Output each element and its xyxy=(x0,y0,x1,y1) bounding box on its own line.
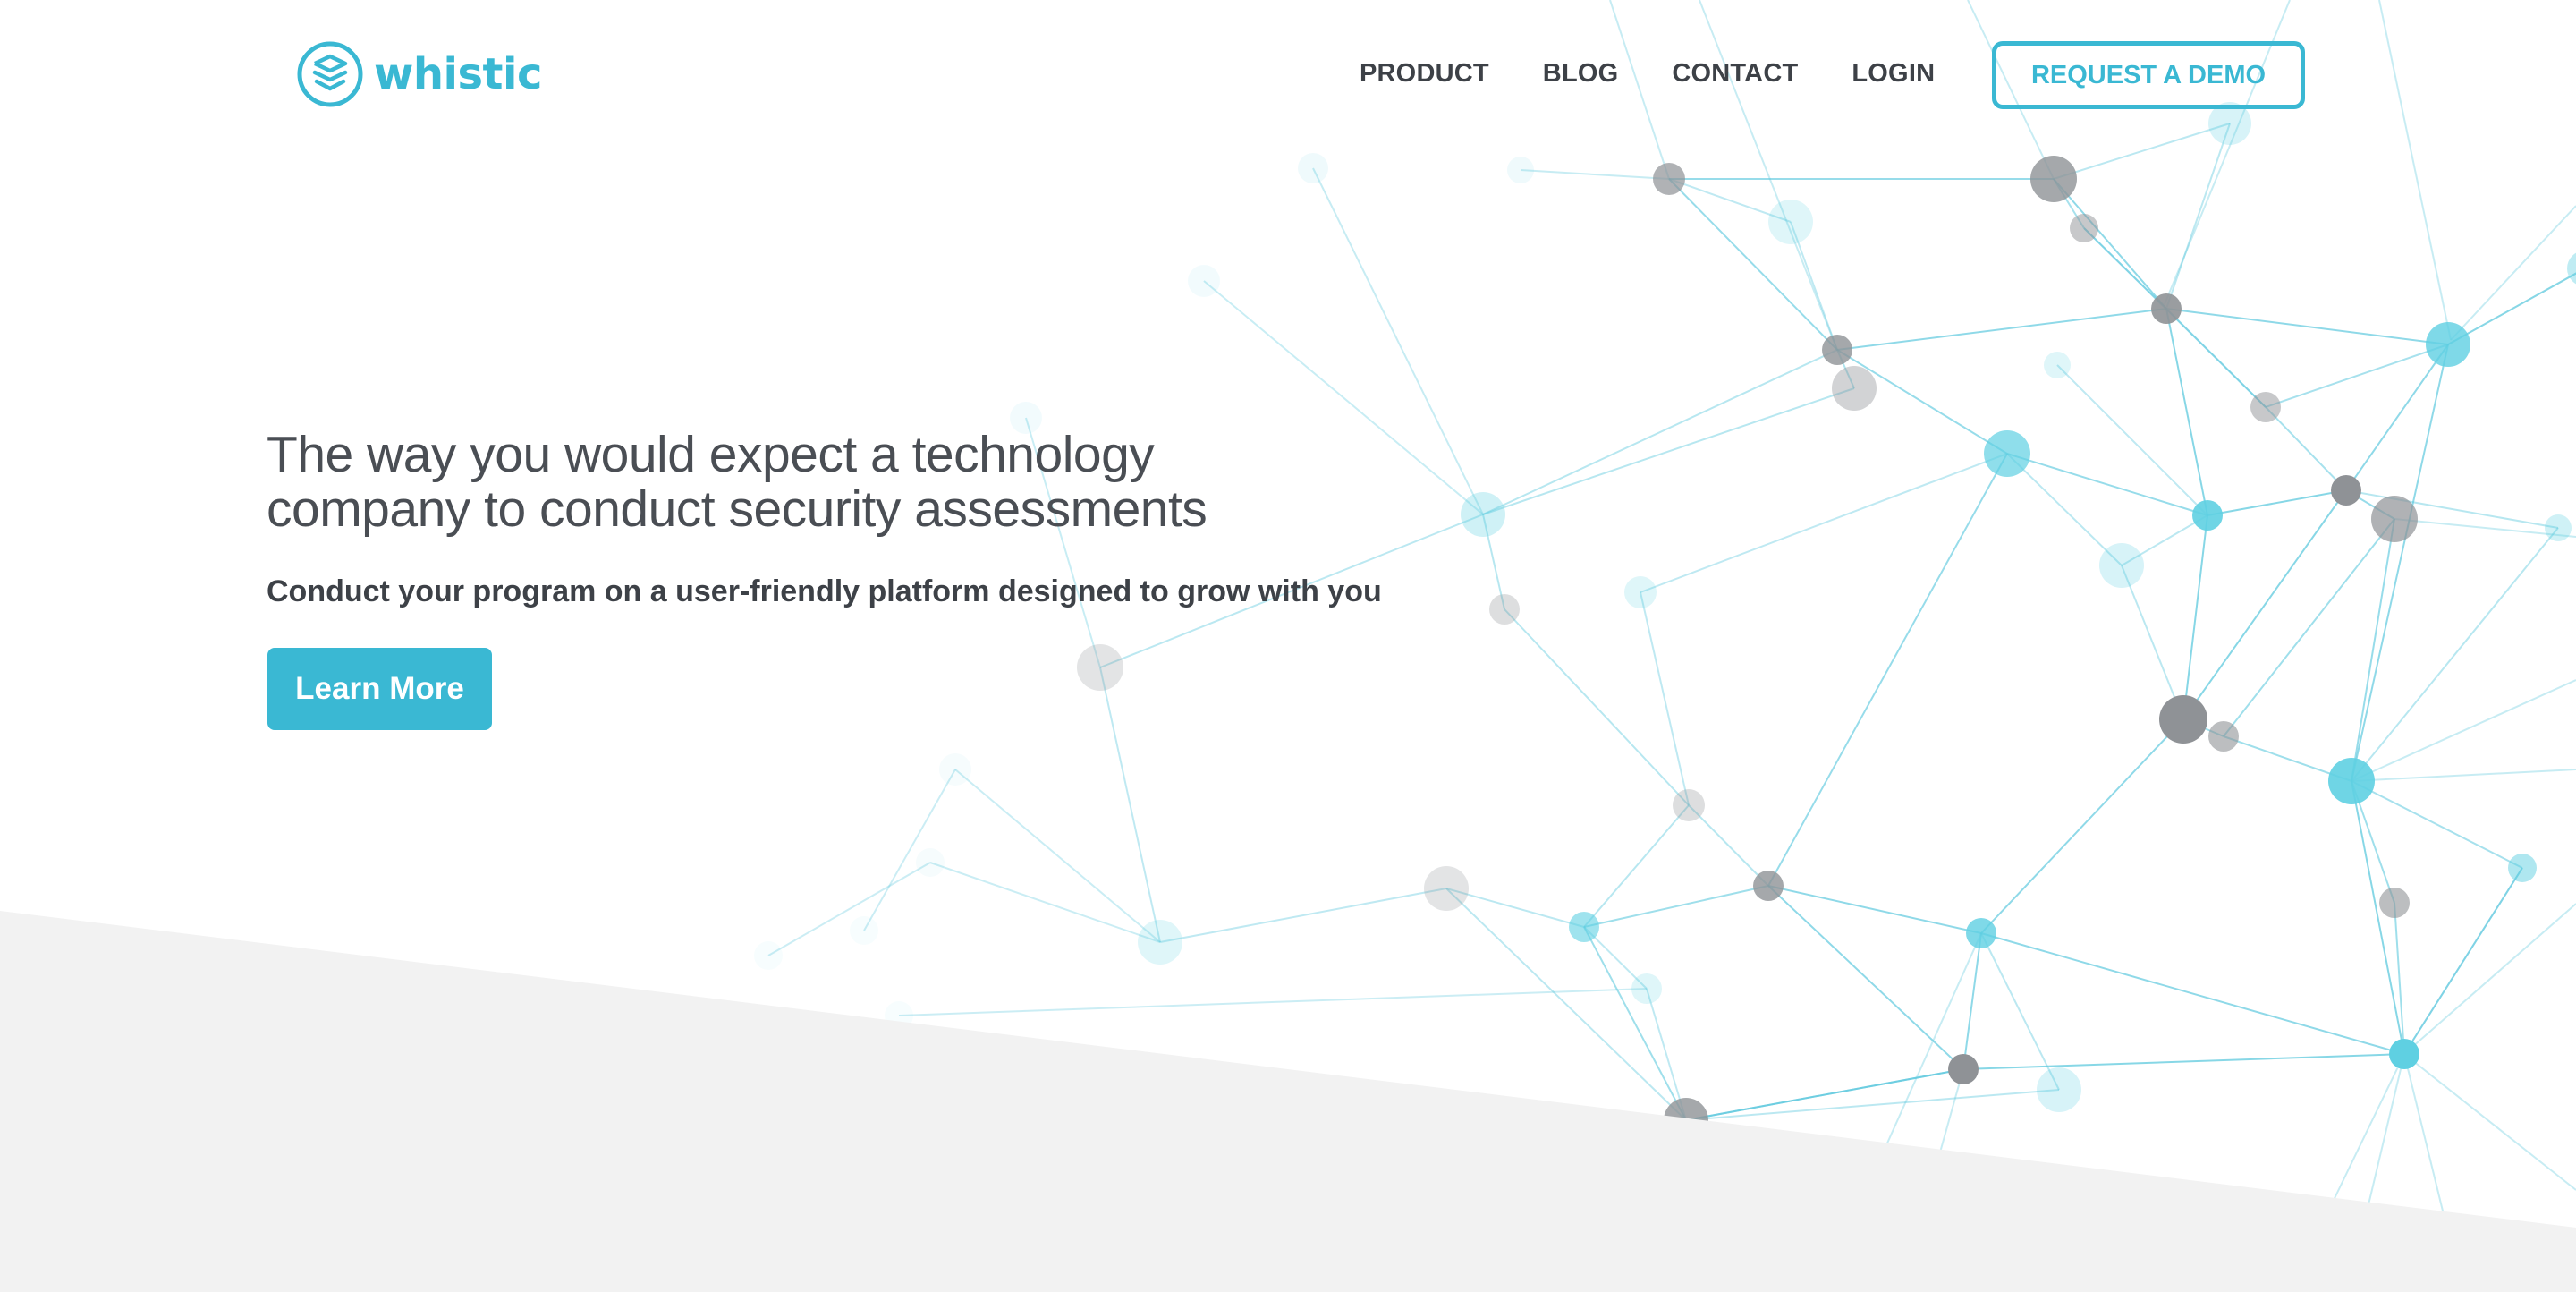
logo-wordmark: whistic xyxy=(374,49,542,99)
bottom-diagonal-band xyxy=(0,911,2576,1292)
hero-title: The way you would expect a technology co… xyxy=(267,428,1340,537)
site-header: whistic PRODUCT BLOG CONTACT LOGIN REQUE… xyxy=(0,0,2576,149)
learn-more-button[interactable]: Learn More xyxy=(267,648,492,730)
nav-login[interactable]: LOGIN xyxy=(1852,59,1935,89)
whistic-logo-icon xyxy=(297,41,363,107)
hero-title-line-1: The way you would expect a technology xyxy=(267,426,1155,483)
hero-subtitle: Conduct your program on a user-friendly … xyxy=(267,574,1382,608)
nav-blog[interactable]: BLOG xyxy=(1543,59,1619,89)
whistic-logo[interactable]: whistic xyxy=(295,38,542,111)
request-demo-button[interactable]: REQUEST A DEMO xyxy=(1992,41,2305,109)
main-nav: PRODUCT BLOG CONTACT LOGIN xyxy=(1360,41,1988,106)
page: whistic PRODUCT BLOG CONTACT LOGIN REQUE… xyxy=(0,0,2576,1292)
nav-product[interactable]: PRODUCT xyxy=(1360,59,1489,89)
nav-contact[interactable]: CONTACT xyxy=(1672,59,1798,89)
hero-title-line-2: company to conduct security assessments xyxy=(267,480,1208,538)
